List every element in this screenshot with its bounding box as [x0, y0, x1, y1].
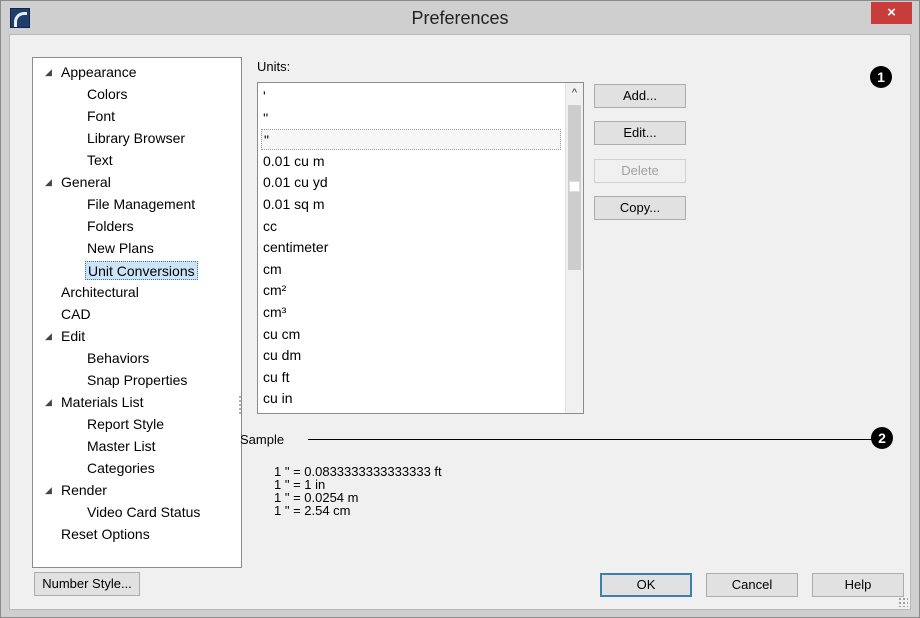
tree-item[interactable]: Folders [33, 215, 241, 237]
tree-item-label: Materials List [61, 394, 144, 410]
tree-item-label: Reset Options [61, 526, 150, 542]
units-scrollbar[interactable]: ^ [565, 83, 583, 413]
add-button[interactable]: Add... [594, 84, 686, 108]
ok-button[interactable]: OK [600, 573, 692, 597]
tree-item[interactable]: Report Style [33, 413, 241, 435]
tree-item-label: CAD [61, 306, 91, 322]
units-list-item[interactable]: cc [263, 216, 277, 237]
units-list-item[interactable]: cu cm [263, 324, 300, 345]
sample-label: Sample [240, 432, 285, 447]
tree-item-label: Font [87, 108, 116, 124]
tree-item[interactable]: Reset Options [33, 523, 241, 545]
tree-item[interactable]: New Plans [33, 237, 241, 259]
units-list-item[interactable]: cm³ [263, 302, 286, 323]
units-list-item[interactable]: 0.01 cu m [263, 151, 324, 172]
units-list-item[interactable]: 0.01 cu yd [263, 172, 328, 193]
units-listbox[interactable]: cu in cu ft cu dm cu cm cm³ cm² cm centimeter cc… [257, 82, 584, 414]
tree-item-label: General [61, 174, 111, 190]
tree-item[interactable]: ◢ General [33, 171, 241, 193]
tree-item-label: Edit [61, 328, 86, 344]
tree-item[interactable]: ◢ Materials List [33, 391, 241, 413]
tree-item-label: Video Card Status [87, 504, 201, 520]
tree-item-label: Report Style [87, 416, 165, 432]
panel-splitter-grip[interactable] [238, 395, 242, 415]
callout-marker-2: 2 [871, 427, 893, 449]
preferences-window: Preferences × ◢ Appearance Colors Font Libra… [0, 0, 920, 618]
expand-toggle-icon[interactable]: ◢ [45, 61, 55, 83]
tree-item[interactable]: Unit Conversions [33, 259, 241, 281]
tree-item[interactable]: Video Card Status [33, 501, 241, 523]
units-list-item[interactable]: cm² [263, 280, 286, 301]
tree-item[interactable]: Architectural [33, 281, 241, 303]
tree-item-label: Architectural [61, 284, 139, 300]
scroll-up-arrow-icon[interactable]: ^ [566, 85, 583, 101]
units-list-item[interactable]: cu ft [263, 367, 289, 388]
tree-item[interactable]: Master List [33, 435, 241, 457]
expand-toggle-icon[interactable]: ◢ [45, 391, 55, 413]
cancel-button[interactable]: Cancel [706, 573, 798, 597]
units-list-item[interactable]: cm [263, 259, 282, 280]
tree-item[interactable]: File Management [33, 193, 241, 215]
resize-grip[interactable] [898, 597, 908, 607]
expand-toggle-icon[interactable]: ◢ [45, 171, 55, 193]
copy-button[interactable]: Copy... [594, 196, 686, 220]
units-list-item[interactable]: 0.01 sq m [263, 194, 324, 215]
tree-item-label: File Management [87, 196, 196, 212]
number-style-button[interactable]: Number Style... [34, 572, 140, 596]
help-button[interactable]: Help [812, 573, 904, 597]
sample-line-text: 1 " = 2.54 cm [274, 503, 351, 518]
tree-item[interactable]: Text [33, 149, 241, 171]
tree-item[interactable]: Categories [33, 457, 241, 479]
tree-item-label: Text [87, 152, 113, 168]
title-bar: Preferences × [1, 1, 919, 34]
tree-item-label: Behaviors [87, 350, 150, 366]
tree-item-label: Categories [87, 460, 155, 476]
units-list-item[interactable]: ' [263, 86, 266, 107]
tree-item[interactable]: Snap Properties [33, 369, 241, 391]
tree-item-label: Render [61, 482, 107, 498]
sample-divider [308, 439, 873, 440]
tree-item-label: Library Browser [87, 130, 186, 146]
scroll-position-box [569, 181, 580, 192]
units-list-item[interactable]: cu dm [263, 345, 301, 366]
units-list-item[interactable]: cu in [263, 388, 293, 409]
dialog-body: ◢ Appearance Colors Font Library Browser Text… [9, 34, 911, 610]
tree-item-label: Unit Conversions [85, 261, 198, 280]
expand-toggle-icon[interactable]: ◢ [45, 325, 55, 347]
units-list-item[interactable]: centimeter [263, 237, 328, 258]
tree-item-label: Snap Properties [87, 372, 188, 388]
tree-item[interactable]: Font [33, 105, 241, 127]
units-list-item[interactable]: " [261, 129, 561, 151]
sample-output: 1 " = 0.0833333333333333 ft 1 " = 1 in 1 "… [274, 465, 442, 517]
tree-item-label: Folders [87, 218, 134, 234]
tree-item-label: Master List [87, 438, 156, 454]
tree-item[interactable]: Behaviors [33, 347, 241, 369]
tree-item[interactable]: ◢ Render [33, 479, 241, 501]
tree-item-label: Appearance [61, 64, 137, 80]
expand-toggle-icon[interactable]: ◢ [45, 479, 55, 501]
tree-item[interactable]: ◢ Edit [33, 325, 241, 347]
tree-item-label: Colors [87, 86, 128, 102]
tree-item-label: New Plans [87, 240, 154, 256]
edit-button[interactable]: Edit... [594, 121, 686, 145]
tree-item[interactable]: ◢ Appearance [33, 61, 241, 83]
category-tree[interactable]: ◢ Appearance Colors Font Library Browser Text… [32, 57, 242, 568]
window-title: Preferences [411, 8, 509, 28]
units-list-item[interactable]: '' [263, 108, 268, 129]
callout-marker-1: 1 [870, 66, 892, 88]
delete-button[interactable]: Delete [594, 159, 686, 183]
tree-item[interactable]: Library Browser [33, 127, 241, 149]
close-button[interactable]: × [871, 2, 912, 24]
units-label: Units: [257, 59, 291, 74]
tree-item[interactable]: CAD [33, 303, 241, 325]
tree-item[interactable]: Colors [33, 83, 241, 105]
